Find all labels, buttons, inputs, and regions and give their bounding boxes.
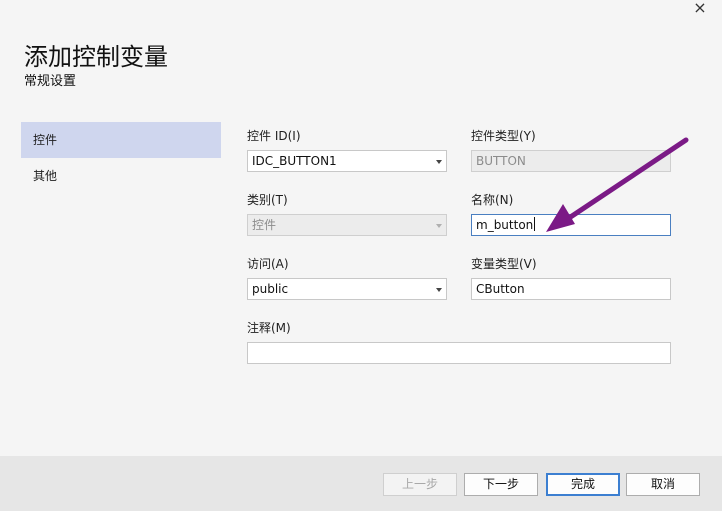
prev-button[interactable]: 上一步 — [383, 473, 457, 496]
control-id-value: IDC_BUTTON1 — [252, 154, 337, 168]
comment-label: 注释(M) — [247, 321, 291, 335]
variable-type-value: CButton — [476, 282, 525, 296]
control-type-value: BUTTON — [476, 154, 526, 168]
variable-type-input[interactable]: CButton — [471, 278, 671, 300]
nav-item-other[interactable]: 其他 — [21, 158, 221, 194]
access-label: 访问(A) — [247, 257, 289, 271]
control-type-label: 控件类型(Y) — [471, 129, 536, 143]
control-id-label: 控件 ID(I) — [247, 129, 301, 143]
cancel-button[interactable]: 取消 — [626, 473, 700, 496]
dialog-subtitle: 常规设置 — [24, 74, 77, 89]
name-label: 名称(N) — [471, 193, 514, 207]
category-label: 类别(T) — [247, 193, 288, 207]
name-input[interactable]: m_button — [471, 214, 671, 236]
dropdown-arrow-icon[interactable] — [436, 288, 442, 292]
access-value: public — [252, 282, 289, 296]
access-combobox[interactable]: public — [247, 278, 447, 300]
annotation-arrow — [546, 137, 689, 232]
variable-type-label: 变量类型(V) — [471, 257, 537, 271]
add-control-variable-dialog: × 添加控制变量 常规设置 控件 其他 控件 ID(I) IDC_BUTTON1… — [0, 0, 722, 511]
next-button[interactable]: 下一步 — [464, 473, 538, 496]
settings-nav: 控件 其他 — [21, 122, 221, 194]
comment-input[interactable] — [247, 342, 671, 364]
dropdown-arrow-icon — [436, 224, 442, 228]
dialog-title: 添加控制变量 — [24, 43, 168, 71]
name-value: m_button — [476, 218, 534, 232]
category-combobox: 控件 — [247, 214, 447, 236]
control-type-field: BUTTON — [471, 150, 671, 172]
dropdown-arrow-icon[interactable] — [436, 160, 442, 164]
close-icon[interactable]: × — [692, 0, 708, 16]
finish-button[interactable]: 完成 — [546, 473, 620, 496]
text-caret — [534, 217, 536, 231]
control-id-combobox[interactable]: IDC_BUTTON1 — [247, 150, 447, 172]
category-value: 控件 — [252, 218, 277, 232]
nav-item-control[interactable]: 控件 — [21, 122, 221, 158]
